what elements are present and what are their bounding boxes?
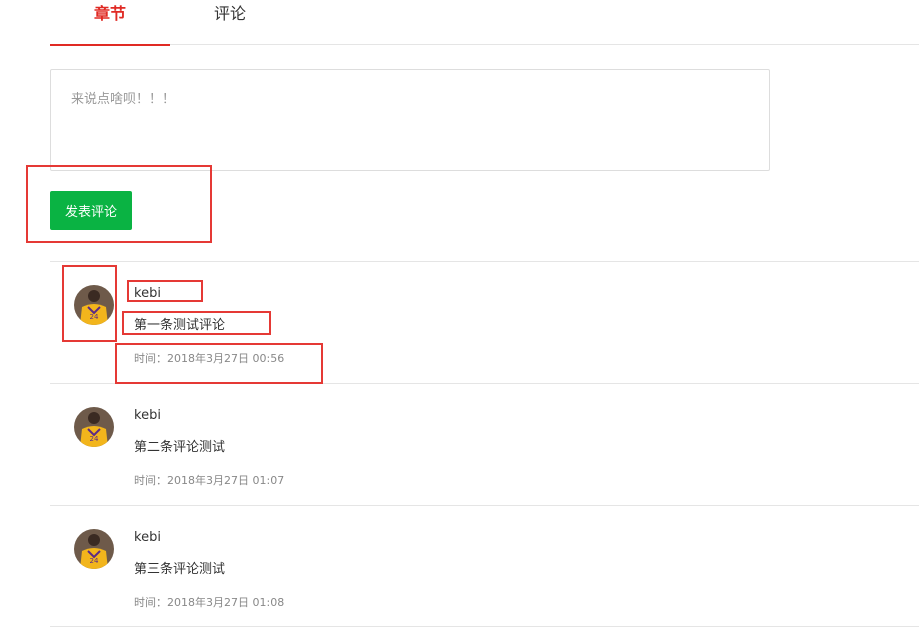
- comment-item: 24 kebi 第二条评论测试 时间：2018年3月27日 01:07: [50, 383, 919, 505]
- comment-username: kebi: [134, 530, 161, 545]
- avatar: 24: [74, 285, 114, 325]
- avatar: 24: [74, 407, 114, 447]
- avatar: 24: [74, 529, 114, 569]
- comment-text: 第二条评论测试: [134, 440, 226, 455]
- comment-time: 时间：2018年3月27日 01:08: [134, 596, 285, 609]
- svg-text:24: 24: [90, 313, 99, 321]
- comment-text: 第一条测试评论: [134, 318, 226, 333]
- post-comment-button[interactable]: 发表评论: [50, 191, 132, 230]
- comment-username: kebi: [134, 408, 161, 423]
- tab-bar: 章节 评论: [50, 0, 919, 46]
- tab-chapters[interactable]: 章节: [50, 0, 170, 46]
- tab-comments[interactable]: 评论: [170, 0, 290, 45]
- comment-input[interactable]: [50, 69, 770, 171]
- comment-item: 24 kebi 第三条评论测试 时间：2018年3月27日 01:08: [50, 505, 919, 627]
- svg-text:24: 24: [90, 435, 99, 443]
- svg-text:24: 24: [90, 557, 99, 565]
- comment-text: 第三条评论测试: [134, 562, 226, 577]
- page: 章节 评论 发表评论 24 kebi 第一条测试评论 时间：2018年3月27日…: [0, 0, 919, 639]
- comment-item: 24 kebi 第一条测试评论 时间：2018年3月27日 00:56: [50, 261, 919, 383]
- comment-time: 时间：2018年3月27日 00:56: [134, 352, 285, 365]
- comment-username: kebi: [134, 286, 161, 301]
- comment-time: 时间：2018年3月27日 01:07: [134, 474, 285, 487]
